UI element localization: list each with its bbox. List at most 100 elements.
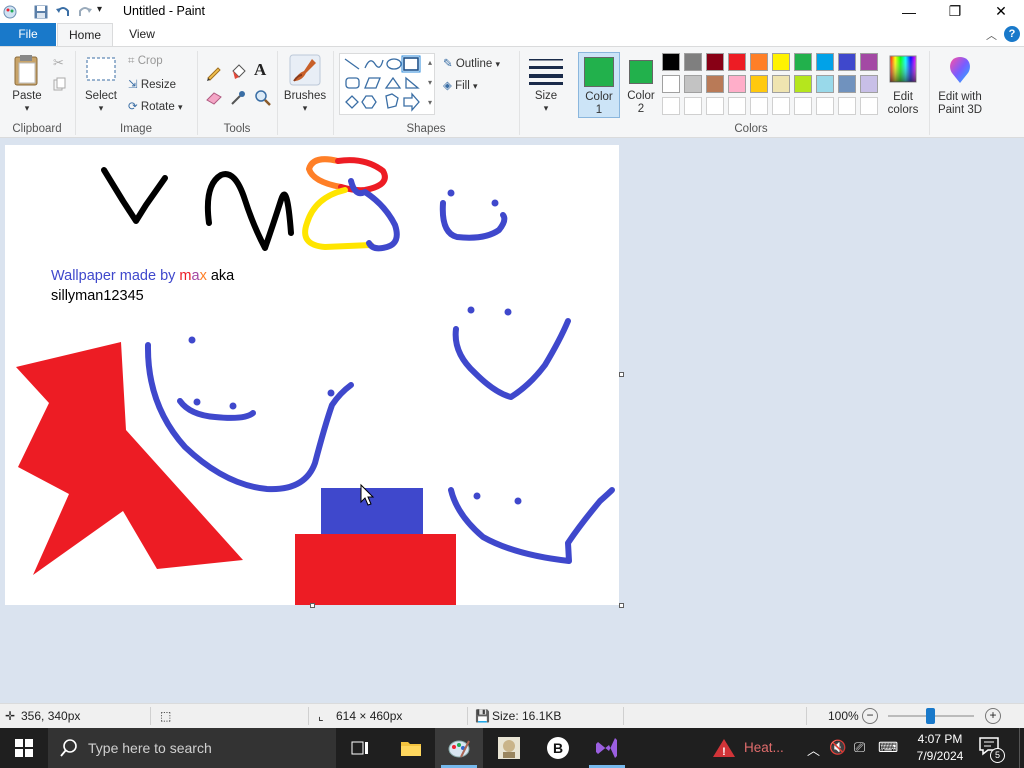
shapes-gallery[interactable] — [339, 53, 435, 115]
palette-color-swatch[interactable] — [816, 53, 834, 71]
palette-color-swatch[interactable] — [772, 75, 790, 93]
copy-icon[interactable] — [53, 77, 67, 94]
drawing-canvas[interactable]: Wallpaper made by max aka sillyman12345 — [5, 145, 619, 605]
cut-icon[interactable]: ✂ — [53, 55, 64, 71]
canvas-text-a: a — [191, 268, 200, 284]
palette-color-swatch[interactable] — [684, 75, 702, 93]
divider — [519, 51, 520, 135]
size-button[interactable]: Size ▾ — [524, 53, 568, 115]
palette-color-swatch[interactable] — [728, 75, 746, 93]
paste-button[interactable]: Paste ▾ — [8, 53, 46, 115]
palette-color-swatch[interactable] — [662, 53, 680, 71]
notification-center-button[interactable]: 5 — [978, 736, 1006, 763]
rotate-button[interactable]: ⟳ Rotate ▾ — [128, 99, 182, 113]
tools-group-label: Tools — [223, 123, 251, 135]
minimize-button[interactable]: — — [886, 0, 932, 23]
zoom-in-button[interactable]: + — [985, 708, 1001, 724]
palette-color-swatch[interactable] — [728, 53, 746, 71]
paint-app-icon[interactable] — [2, 4, 18, 20]
brushes-button[interactable]: Brushes ▾ — [282, 53, 328, 115]
crop-button[interactable]: ⌗ Crop — [128, 55, 163, 68]
palette-custom-slot[interactable] — [860, 97, 878, 115]
volume-muted-icon[interactable]: 🔇 — [829, 739, 846, 756]
taskbar-app-b[interactable]: B — [534, 728, 582, 768]
palette-color-swatch[interactable] — [794, 75, 812, 93]
palette-custom-slot[interactable] — [794, 97, 812, 115]
palette-color-swatch[interactable] — [860, 53, 878, 71]
maximize-button[interactable]: ❐ — [932, 0, 978, 23]
resize-handle-right[interactable] — [619, 372, 624, 377]
palette-custom-slot[interactable] — [662, 97, 680, 115]
edit-with-paint3d-button[interactable]: Edit with Paint 3D — [932, 53, 988, 119]
color1-button[interactable]: Color 1 — [578, 52, 620, 118]
resize-handle-bottom[interactable] — [310, 603, 315, 608]
paste-dropdown-icon: ▾ — [24, 103, 30, 113]
text-tool-icon[interactable]: A — [254, 60, 266, 80]
edit-colors-button[interactable]: Edit colors — [884, 53, 922, 119]
palette-custom-slot[interactable] — [816, 97, 834, 115]
taskbar-visual-studio[interactable] — [583, 728, 631, 768]
palette-color-swatch[interactable] — [838, 75, 856, 93]
zoom-out-button[interactable]: − — [862, 708, 878, 724]
palette-custom-slot[interactable] — [728, 97, 746, 115]
palette-color-swatch[interactable] — [706, 53, 724, 71]
palette-color-swatch[interactable] — [706, 75, 724, 93]
color-picker-icon[interactable] — [229, 89, 247, 110]
resize-handle-corner[interactable] — [619, 603, 624, 608]
windows-logo-icon — [15, 739, 33, 757]
brush-icon — [289, 54, 321, 86]
b-app-icon: B — [547, 737, 569, 759]
customize-toolbar-icon[interactable]: ▾ — [97, 4, 113, 20]
taskbar-paint[interactable] — [435, 728, 483, 768]
magnifier-icon[interactable] — [254, 89, 272, 110]
palette-custom-slot[interactable] — [838, 97, 856, 115]
palette-color-swatch[interactable] — [750, 53, 768, 71]
start-button[interactable] — [0, 728, 48, 768]
tab-file[interactable]: File — [0, 23, 56, 46]
zoom-slider-thumb[interactable] — [926, 708, 935, 724]
save-icon[interactable] — [33, 4, 49, 20]
shapes-scroll[interactable]: ▴ ▾ ▾ — [425, 53, 435, 115]
taskbar-app-character[interactable] — [485, 728, 533, 768]
redo-icon[interactable] — [77, 4, 93, 20]
fill-bucket-icon[interactable] — [229, 63, 247, 84]
fill-button[interactable]: ◈ Fill ▾ — [443, 78, 478, 92]
palette-color-swatch[interactable] — [816, 75, 834, 93]
palette-custom-slot[interactable] — [750, 97, 768, 115]
color2-button[interactable]: Color 2 — [622, 52, 660, 118]
palette-color-swatch[interactable] — [662, 75, 680, 93]
clock[interactable]: 4:07 PM 7/9/2024 — [912, 731, 968, 765]
palette-color-swatch[interactable] — [750, 75, 768, 93]
pencil-icon[interactable] — [205, 63, 223, 84]
palette-custom-slot[interactable] — [684, 97, 702, 115]
undo-icon[interactable] — [55, 4, 71, 20]
palette-color-swatch[interactable] — [684, 53, 702, 71]
taskbar-file-explorer[interactable] — [387, 728, 435, 768]
show-hidden-icons-icon[interactable]: ︿ — [807, 740, 820, 759]
keyboard-icon[interactable]: ⌨ — [878, 739, 898, 756]
resize-button[interactable]: ⇲ Resize — [128, 77, 176, 91]
dot — [504, 308, 512, 316]
tab-view[interactable]: View — [114, 23, 170, 46]
taskbar-search[interactable]: Type here to search — [48, 728, 336, 768]
eraser-icon[interactable] — [205, 91, 223, 108]
palette-color-swatch[interactable] — [772, 53, 790, 71]
task-view-button[interactable] — [336, 728, 384, 768]
palette-color-swatch[interactable] — [794, 53, 812, 71]
select-button[interactable]: Select ▾ — [82, 53, 120, 115]
dot — [467, 306, 475, 314]
network-icon[interactable]: ⎚ — [854, 739, 865, 756]
close-button[interactable]: ✕ — [978, 0, 1024, 23]
taskbar-weather[interactable]: ! Heat... — [708, 728, 792, 768]
size-label: Size — [534, 90, 558, 102]
show-desktop-button[interactable] — [1019, 728, 1024, 768]
palette-custom-slot[interactable] — [772, 97, 790, 115]
divider — [277, 51, 278, 135]
collapse-ribbon-icon[interactable]: ︿ — [986, 27, 997, 43]
outline-button[interactable]: ✎ Outline ▾ — [443, 56, 500, 70]
palette-custom-slot[interactable] — [706, 97, 724, 115]
palette-color-swatch[interactable] — [860, 75, 878, 93]
palette-color-swatch[interactable] — [838, 53, 856, 71]
help-icon[interactable]: ? — [1004, 26, 1020, 42]
tab-home[interactable]: Home — [57, 23, 113, 46]
